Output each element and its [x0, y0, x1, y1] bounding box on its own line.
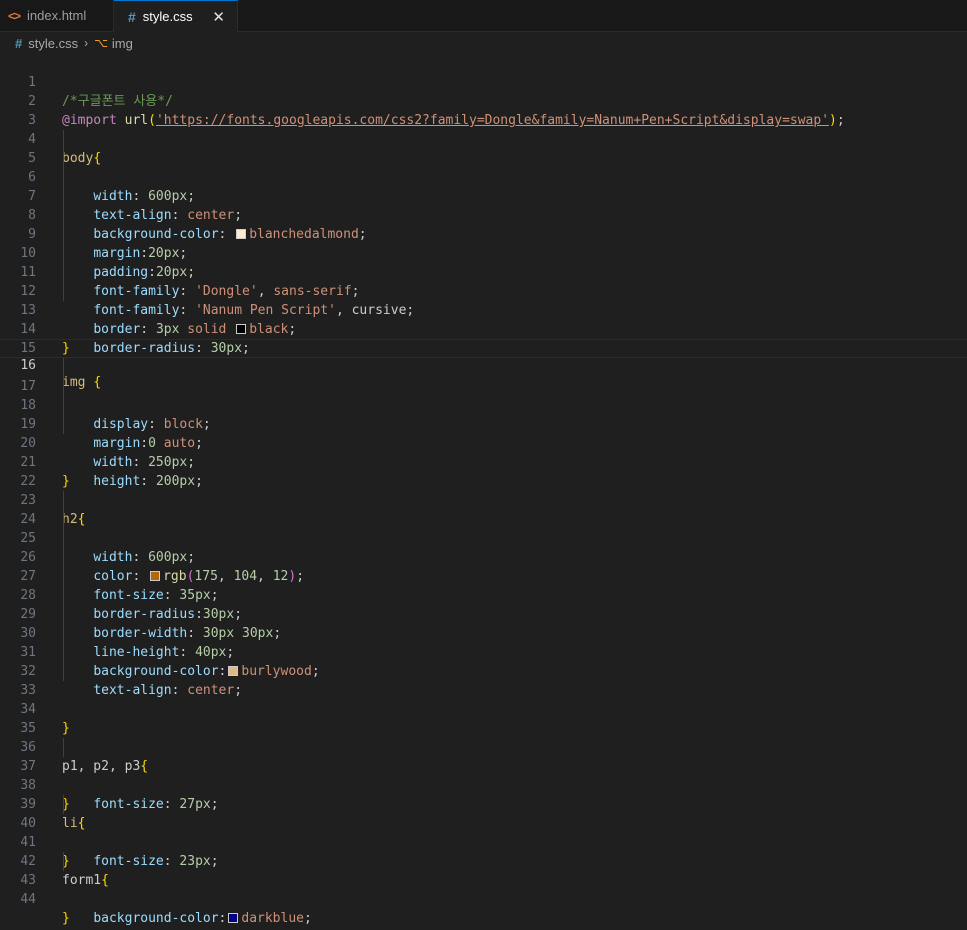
indent-guide: [63, 396, 64, 415]
indent-guide: [63, 358, 64, 377]
code-line: 5 width: 600px;: [0, 130, 967, 204]
code-line: 32: [0, 643, 967, 679]
property: background-color: [93, 911, 219, 926]
indent-guide: [63, 377, 64, 396]
code-line: 37 font-size: 27px;: [0, 738, 967, 812]
code-line: 18 margin:0 auto;: [0, 377, 967, 451]
code-line: 43 background-color: darkblue;: [0, 852, 967, 926]
indent-guide: [63, 263, 64, 282]
html-file-icon: <>: [8, 8, 21, 23]
color-swatch[interactable]: [228, 913, 239, 923]
tab-index-html[interactable]: <> index.html: [0, 0, 114, 31]
code-line: 24 width: 600px;: [0, 491, 967, 565]
breadcrumb: # style.css › ⌥ img: [0, 32, 967, 54]
line-text: }: [62, 909, 70, 928]
tab-bar: <> index.html # style.css ✕: [0, 0, 967, 32]
line-number: 44: [20, 892, 36, 907]
code-line: 21 }: [0, 434, 967, 489]
code-line: 19 width: 250px;: [0, 396, 967, 470]
punct: ;: [304, 911, 312, 926]
indent-guide: [63, 130, 64, 149]
selector-symbol-icon: ⌥: [94, 36, 108, 50]
indent-guide: [63, 738, 64, 757]
code-line: 4 body{: [0, 111, 967, 166]
indent-guide: [63, 225, 64, 244]
code-line: 28 border-width: 30px 30px;: [0, 567, 967, 641]
breadcrumb-symbol[interactable]: img: [112, 36, 133, 51]
code-line: 1 /*구글폰트 사용*/: [0, 54, 967, 109]
code-line: 30 background-color: burlywood;: [0, 605, 967, 679]
tab-label: style.css: [142, 9, 193, 24]
indent-guide: [63, 415, 64, 434]
code-line: 27 border-radius:30px;: [0, 548, 967, 622]
css-file-icon: #: [128, 8, 136, 25]
indent-guide: [63, 795, 64, 814]
code-line: 8 margin:20px;: [0, 187, 967, 261]
indent-guide: [63, 567, 64, 586]
indent-guide: [63, 529, 64, 548]
current-line: 16 img {: [0, 339, 967, 390]
indent-guide: [63, 244, 64, 263]
code-line: 2 @import url('https://fonts.googleapis.…: [0, 73, 967, 128]
code-editor: <> index.html # style.css ✕ # style.css …: [0, 0, 967, 930]
code-line: 10 font-family: 'Dongle', sans-serif;: [0, 225, 967, 299]
code-line: 23 h2{: [0, 472, 967, 527]
indent-guide: [63, 852, 64, 871]
code-line: 38 }: [0, 757, 967, 812]
code-line: 40 font-size: 23px;: [0, 795, 967, 869]
indent-guide: [63, 282, 64, 301]
indent-guide: [63, 586, 64, 605]
code-area[interactable]: 1 /*구글폰트 사용*/ 2 @import url('https://fon…: [0, 54, 967, 926]
code-line: 26 font-size: 35px;: [0, 529, 967, 603]
code-line: 3: [0, 92, 967, 128]
indent-guide: [63, 605, 64, 624]
indent-guide: [63, 643, 64, 662]
code-line: 25 color: rgb(175, 104, 12);: [0, 510, 967, 584]
code-line: 6 text-align: center;: [0, 149, 967, 223]
code-line: 12 border: 3px solid black;: [0, 263, 967, 337]
code-line: 36 p1, p2, p3{: [0, 719, 967, 774]
punct: :: [218, 911, 227, 926]
code-line: 22: [0, 453, 967, 489]
code-line: 34 }: [0, 681, 967, 736]
code-line: 7 background-color: blanchedalmond;: [0, 168, 967, 242]
code-line: 20 height: 200px;: [0, 415, 967, 489]
indent-guide: [63, 491, 64, 510]
code-line: 14 }: [0, 301, 967, 356]
indent-guide: [63, 548, 64, 567]
indent-guide: [63, 510, 64, 529]
breadcrumb-file[interactable]: style.css: [28, 36, 78, 51]
close-icon[interactable]: ✕: [212, 8, 225, 26]
chevron-right-icon: ›: [84, 36, 89, 50]
code-line: 13 border-radius: 30px;: [0, 282, 967, 356]
code-line: 42 form1{: [0, 833, 967, 888]
code-line: 9 padding:20px;: [0, 206, 967, 280]
indent-guide: [63, 206, 64, 225]
indent-guide: [63, 149, 64, 168]
tab-label: index.html: [27, 8, 87, 23]
code-line: 44 }: [0, 871, 967, 926]
indent-guide: [63, 624, 64, 643]
code-line: 11 font-family: 'Nanum Pen Script', curs…: [0, 244, 967, 318]
bracket: }: [62, 911, 70, 926]
code-line: 31 text-align: center;: [0, 624, 967, 698]
code-line: 29 line-height: 40px;: [0, 586, 967, 660]
code-line: 33: [0, 662, 967, 698]
indent-guide: [63, 662, 64, 681]
code-line: 39 li{: [0, 776, 967, 831]
tab-style-css[interactable]: # style.css ✕: [114, 0, 238, 32]
value: darkblue: [241, 911, 304, 926]
code-line: 41 }: [0, 814, 967, 869]
indent-guide: [63, 187, 64, 206]
css-file-icon: #: [15, 35, 23, 51]
code-line: 15: [0, 320, 967, 356]
indent-guide: [63, 168, 64, 187]
line-text: background-color: darkblue;: [62, 909, 312, 928]
code-line: 35: [0, 700, 967, 736]
code-line: 17 display: block;: [0, 358, 967, 432]
